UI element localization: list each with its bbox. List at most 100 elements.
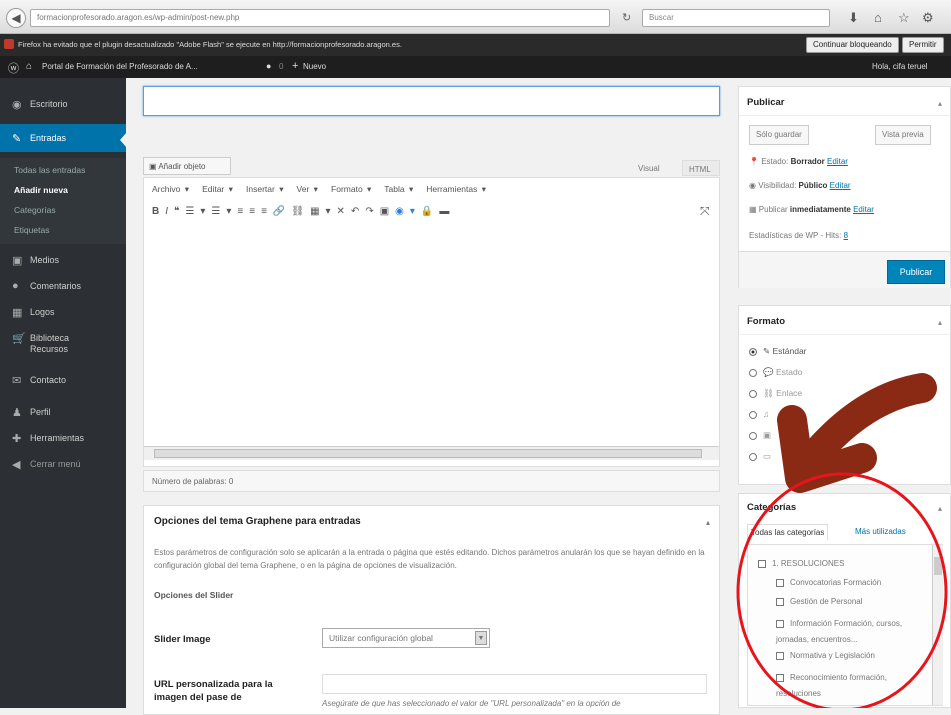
tab-visual[interactable]: Visual [638,164,660,173]
new-content-link[interactable]: Nuevo [303,62,326,71]
tab-all-categories[interactable]: Todas las categorías [747,524,829,541]
redo-icon[interactable]: ↷ [365,206,379,217]
format-option-audio[interactable]: ♫ [749,409,769,419]
browser-search-input[interactable]: Buscar [642,9,830,27]
menu-editar[interactable]: Editar [202,184,224,194]
radio[interactable] [749,452,757,461]
checkbox[interactable] [776,673,784,682]
scrollbar-thumb[interactable] [934,557,942,575]
stats-link-icon[interactable]: 8 [844,231,848,240]
sidebar-item-contacto[interactable]: ✉ Contacto [0,366,126,392]
add-media-button[interactable]: ▣ Añadir objeto [143,157,231,175]
toggle-arrow-icon[interactable]: ▴ [938,504,942,513]
edit-status-link[interactable]: Editar [827,157,848,166]
gear-icon[interactable]: ⚙ [922,10,934,26]
align-left-icon[interactable]: ≡ [237,206,249,217]
submenu-anadir-nueva[interactable]: Añadir nueva [0,180,126,200]
checkbox[interactable] [776,578,784,587]
category-scrollbar[interactable] [932,545,943,705]
toggle-arrow-icon[interactable]: ▴ [938,318,942,327]
category-item[interactable]: Información Formación, cursos, jornadas,… [776,616,926,648]
scrollbar-thumb[interactable] [154,449,702,458]
back-icon[interactable]: ◀ [6,8,26,28]
menu-formato[interactable]: Formato [331,184,363,194]
unlink-icon[interactable]: ⛓ [291,206,310,217]
format-option-enlace[interactable]: ⛓ Enlace [749,388,802,399]
tab-html[interactable]: HTML [682,160,720,176]
url-bar[interactable]: formacionprofesorado.aragon.es/wp-admin/… [30,9,610,27]
site-name-link[interactable]: Portal de Formación del Profesorado de A… [42,62,198,71]
menu-ver[interactable]: Ver [297,184,310,194]
sidebar-item-logos[interactable]: ▦ Logos [0,298,126,324]
checkbox[interactable] [776,597,784,606]
format-option-image[interactable]: ▣ [749,430,771,441]
tab-most-used[interactable]: Más utilizadas [855,527,906,536]
menu-tabla[interactable]: Tabla [384,184,404,194]
edit-visibility-link[interactable]: Editar [830,181,851,190]
radio-selected[interactable] [749,347,757,356]
numbered-list-icon[interactable]: ☰▾ [211,206,237,217]
sidebar-item-biblioteca[interactable]: 🛒 Biblioteca Recursos [0,324,126,360]
bold-icon[interactable]: B [152,206,165,217]
checkbox[interactable] [776,619,784,628]
home-icon[interactable]: ⌂ [874,10,882,25]
checkbox[interactable] [758,559,766,568]
format-option-estandar[interactable]: ✎ Estándar [749,346,807,357]
bullet-list-icon[interactable]: ☰▾ [185,206,211,217]
allow-plugin-button[interactable]: Permitir [902,37,944,53]
sidebar-item-entradas[interactable]: ✎ Entradas [0,124,126,152]
post-title-input[interactable] [143,86,720,116]
sidebar-item-herramientas[interactable]: ✚ Herramientas [0,424,126,450]
color-icon[interactable]: ◉▾ [395,206,421,217]
download-icon[interactable]: ⬇ [848,10,859,26]
category-item[interactable]: Normativa y Legislación [776,651,875,660]
greeting[interactable]: Hola, cifa teruel [872,62,928,71]
toggle-arrow-icon[interactable]: ▴ [938,99,942,108]
category-item[interactable]: Convocatorias Formación [776,578,881,587]
radio[interactable] [749,368,757,377]
remove-format-icon[interactable]: ✕ [337,206,351,217]
continue-blocking-button[interactable]: Continuar bloqueando [806,37,899,53]
link-icon[interactable]: 🔗 [273,206,291,217]
sidebar-item-perfil[interactable]: ♟ Perfil [0,398,126,424]
fullscreen-icon[interactable]: ⤧ [700,204,710,219]
slider-url-input[interactable] [322,674,707,694]
plus-icon[interactable]: + [292,60,298,72]
edit-schedule-link[interactable]: Editar [853,205,874,214]
submenu-categorias[interactable]: Categorías [0,200,126,220]
toggle-arrow-icon[interactable]: ▴ [706,518,710,527]
radio[interactable] [749,410,757,419]
more-icon[interactable]: ▬ [439,206,455,217]
editor-horizontal-scrollbar[interactable] [144,446,719,460]
lock-icon[interactable]: 🔒 [421,206,439,217]
sidebar-item-cerrar-menu[interactable]: ◀ Cerrar menú [0,450,126,476]
align-right-icon[interactable]: ≡ [261,206,273,217]
sidebar-item-comentarios[interactable]: ● Comentarios [0,272,126,298]
format-option-video[interactable]: ▭ [749,451,771,462]
submenu-todas-entradas[interactable]: Todas las entradas [0,160,126,180]
menu-archivo[interactable]: Archivo [152,184,180,194]
submenu-etiquetas[interactable]: Etiquetas [0,220,126,240]
format-option-estado[interactable]: 💬 Estado [749,367,802,378]
radio[interactable] [749,431,757,440]
undo-icon[interactable]: ↶ [351,206,365,217]
wordpress-logo-icon[interactable]: ⓦ [8,60,19,76]
align-center-icon[interactable]: ≡ [249,206,261,217]
slider-image-select[interactable]: Utilizar configuración global ▼ [322,628,490,648]
comments-icon[interactable]: ● [266,61,271,71]
checkbox[interactable] [776,651,784,660]
radio[interactable] [749,389,757,398]
sidebar-item-medios[interactable]: ▣ Medios [0,246,126,272]
publish-button[interactable]: Publicar [887,260,945,284]
reload-icon[interactable]: ↻ [622,11,631,24]
preview-button[interactable]: Vista previa [875,125,931,145]
save-draft-button[interactable]: Sólo guardar [749,125,809,145]
category-item[interactable]: Gestión de Personal [776,597,863,606]
italic-icon[interactable]: I [165,206,174,217]
menu-herramientas[interactable]: Herramientas [426,184,477,194]
bookmark-icon[interactable]: ☆ [898,10,910,26]
image-icon[interactable]: ▣ [380,206,395,217]
post-content-editor[interactable]: Archivo ▾ Editar ▾ Insertar ▾ Ver ▾ Form… [143,177,720,467]
category-item[interactable]: Reconocimiento formación, resoluciones [776,670,926,702]
menu-insertar[interactable]: Insertar [246,184,275,194]
